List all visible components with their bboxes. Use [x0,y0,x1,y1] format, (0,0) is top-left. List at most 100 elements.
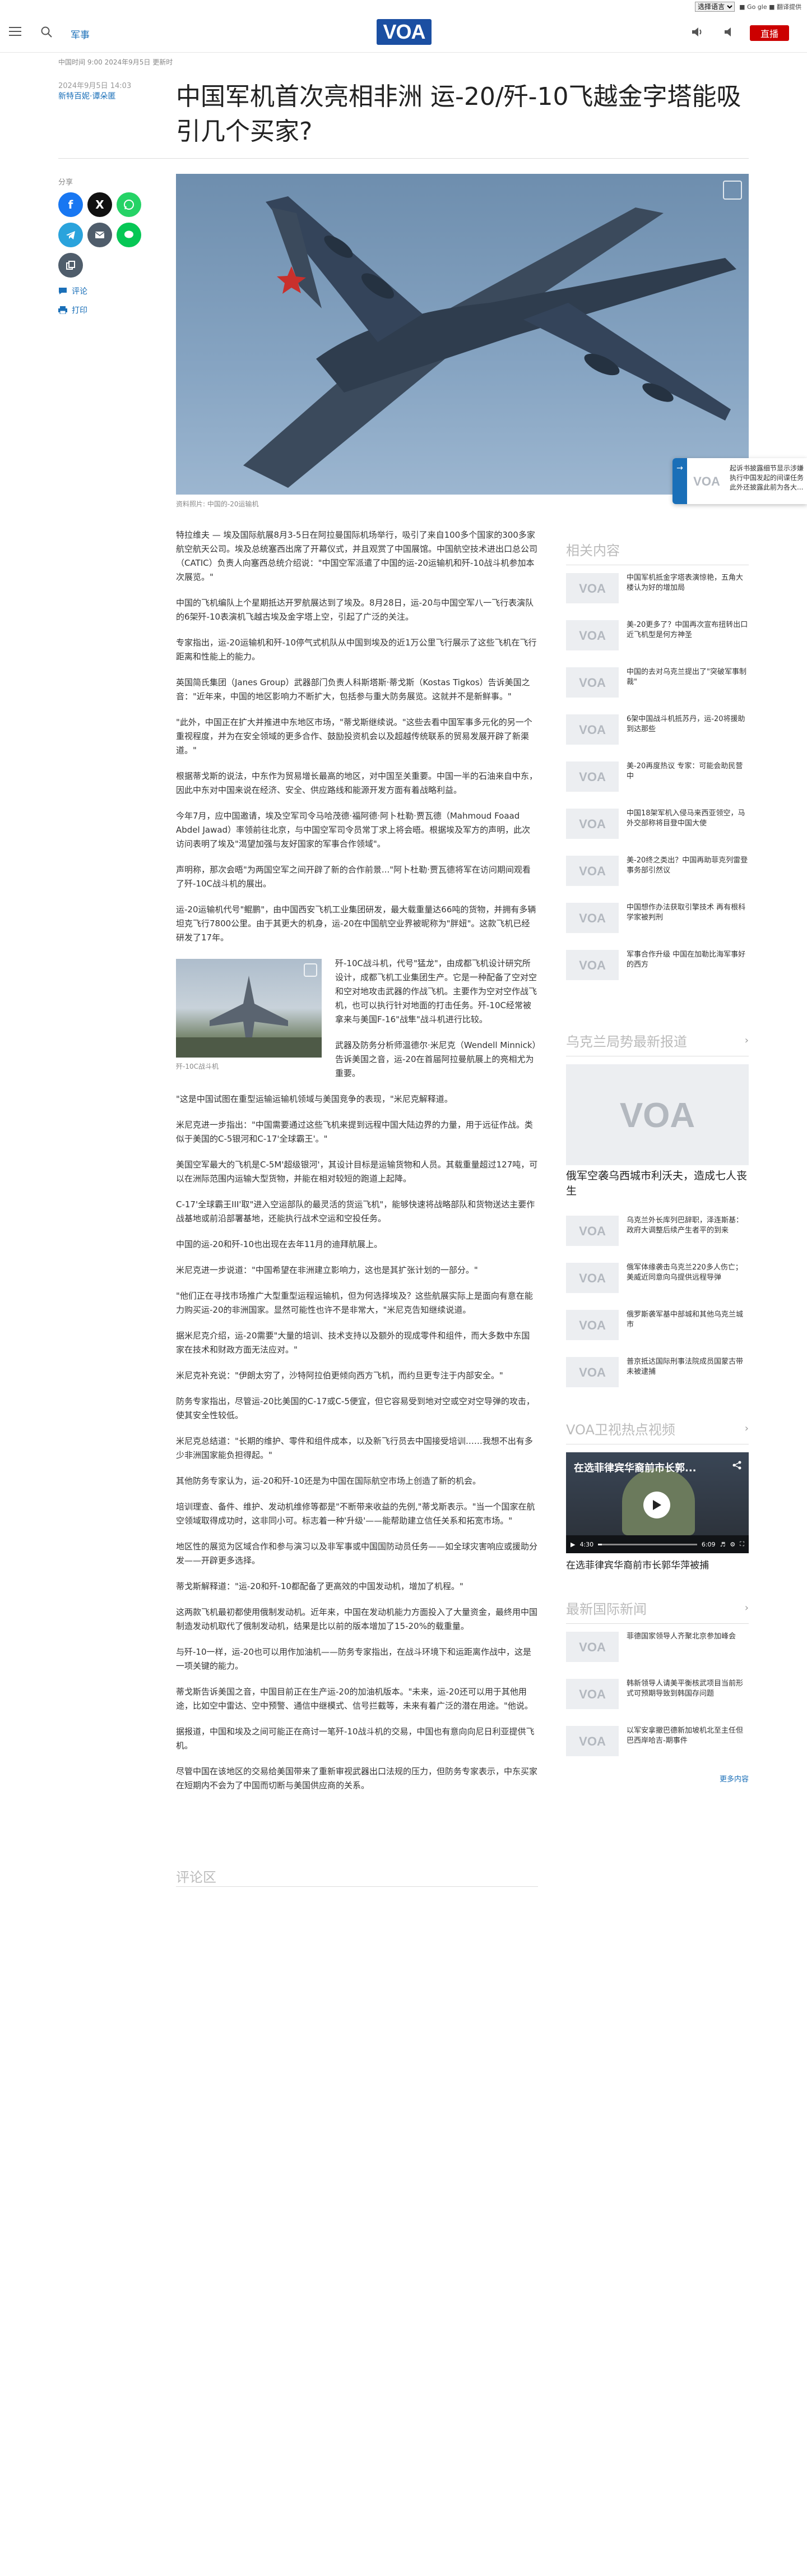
voa-logo[interactable]: VOA [377,19,432,45]
print-icon [58,306,67,314]
paragraph: 美国空军最大的飞机是C-5M'超级银河'，其设计目标是运输货物和人员。其载重量超… [176,1160,538,1184]
voa-logo-icon: VOA [579,1734,606,1748]
audio-live-icon[interactable] [723,26,736,38]
chevron-right-icon: › [744,1602,749,1614]
related-title: 美-20终之类出？中国再助菲克列雷登事务部引然议 [627,856,748,875]
comment-icon [59,288,67,294]
related-item[interactable]: VOA 中国18架军机入侵马来西亚领空，马外交部称将目登中国大使 [566,809,749,839]
live-button[interactable]: 直播 [750,25,789,41]
play-button[interactable] [643,1492,670,1518]
svg-text:VOA: VOA [579,629,606,643]
svg-text:VOA: VOA [579,723,606,737]
related-item[interactable]: VOA 中国的去对乌克兰提出了"突破军事制裁" [566,667,749,698]
share-label: 分享 [58,178,73,187]
voa-logo-icon: VOA [579,864,606,878]
ukraine-heading[interactable]: 乌克兰局势最新报道 › [566,1031,749,1056]
whatsapp-share-button[interactable] [117,192,141,217]
ukraine-item[interactable]: VOA 普京抵达国际刑事法院成员国蒙古带未被逮捕 [566,1357,749,1387]
section-link[interactable]: 军事 [71,27,90,41]
thumbnail: VOA [566,667,619,698]
related-item[interactable]: VOA 中国军机抵金字塔表演惊艳，五角大楼认为好的增加局 [566,573,749,603]
fullscreen-icon[interactable]: ⛶ [740,1540,744,1548]
language-select[interactable]: 选择语言 [695,2,735,12]
voa-logo-icon: VOA [579,676,606,690]
svg-text:VOA: VOA [620,1096,695,1135]
floating-news-widget[interactable]: → VOA 起诉书披露细节显示涉嫌执行中国发起的间谍任务此外还披露此前为各大..… [672,458,807,504]
paragraph: 米尼克进一步说道："中国希望在非洲建立影响力，这也是其扩张计划的一部分。" [176,1265,478,1275]
voa-logo-icon: VOA [579,958,606,972]
voa-logo-icon: VOA [579,1271,606,1285]
progress-bar[interactable] [598,1543,697,1545]
inline-figure[interactable]: 歼-10C战斗机 [176,959,322,1074]
intl-heading[interactable]: 最新国际新闻 › [566,1598,749,1624]
volume-icon[interactable]: ♬ [720,1541,726,1548]
related-item[interactable]: VOA 美-20更多了？中国再次宣布扭转出口近飞机型是何方神圣 [566,620,749,650]
related-item[interactable]: VOA 军事合作升级 中国在加勒比海军事好的西方 [566,950,749,980]
svg-text:VOA: VOA [579,864,606,878]
paragraph: 专家指出，运-20运输机和歼-10停气式机队从中国到埃及的近1万公里飞行展示了这… [176,638,537,662]
ukraine-item[interactable]: VOA 乌克兰外长库列巴辞职，泽连斯基：政府大调整后续产生者平的到来 [566,1216,749,1246]
share-icon[interactable] [732,1460,742,1470]
svg-text:VOA: VOA [579,1224,606,1238]
voa-logo-icon: VOA [579,1318,606,1332]
expand-inline-icon[interactable] [304,963,317,977]
svg-text:VOA: VOA [579,1365,606,1379]
thumbnail: VOA [566,714,619,745]
paragraph: 防务专家指出，尽管运-20比美国的C-17或C-5便宜，但它容易受到地对空或空对… [176,1396,535,1420]
comments-link[interactable]: 评论 [58,285,148,297]
related-item[interactable]: VOA 6架中国战斗机抵苏丹，运-20将援助到达那些 [566,714,749,745]
svg-text:VOA: VOA [579,911,606,925]
voa-logo-icon: VOA [579,911,606,925]
line-share-button[interactable] [117,223,141,247]
intl-item[interactable]: VOA 以军安拿撤巴德新加坡机北至主任但巴西岸哈吉-期事件 [566,1726,749,1756]
copy-link-button[interactable] [58,253,83,278]
ukraine-item[interactable]: VOA 俄军体缘袭击乌克兰220多人伤亡；美威近同意向乌提供远程导弹 [566,1263,749,1293]
intl-title: 韩新领导人请美平衡核武项目当前形式可预期导致到韩国存问题 [627,1679,744,1698]
mail-icon [95,232,105,238]
voa-logo-icon: VOA [579,1224,606,1238]
telegram-share-button[interactable] [58,223,83,247]
svg-text:VOA: VOA [579,1271,606,1285]
related-item[interactable]: VOA 美-20终之类出？中国再助菲克列雷登事务部引然议 [566,856,749,886]
transport-aircraft-image [243,196,736,488]
related-content: 相关内容 VOA 中国军机抵金字塔表演惊艳，五角大楼认为好的增加局 VOA 美-20更… [566,539,749,997]
intl-item[interactable]: VOA 菲德国家领导人齐聚北京参加峰会 [566,1632,749,1662]
expand-image-icon[interactable] [723,181,742,200]
print-link-label: 打印 [72,306,87,315]
video-caption[interactable]: 在选菲律宾华裔前市长郭华萍被捕 [566,1559,749,1572]
settings-icon[interactable]: ⚙ [730,1541,735,1548]
fighter-jet-graphic [176,976,322,1058]
widget-arrow-icon[interactable]: → [672,458,687,504]
paragraph: 特拉维夫 — 埃及国际航展8月3-5日在阿拉曼国际机场举行，吸引了来自100多个… [176,530,538,582]
email-share-button[interactable] [87,223,112,247]
ukraine-lead-title[interactable]: 俄军空袭乌西城市利沃夫，造成七人丧生 [566,1169,749,1199]
paragraph: 中国的运-20和歼-10也出现在去年11月的迪拜航展上。 [176,1239,383,1249]
related-item[interactable]: VOA 美-20再度热议 专家：可能会助民营中 [566,761,749,792]
related-item[interactable]: VOA 中国想作办法获取引擎技术 再有根科学家被判刑 [566,903,749,933]
x-share-button[interactable]: X [87,192,112,217]
voa-logo-icon: VOA [579,1687,606,1701]
print-link[interactable]: 打印 [58,304,148,316]
menu-icon[interactable] [9,27,21,36]
line-icon [124,230,133,238]
related-title: 中国想作办法获取引擎技术 再有根科学家被判刑 [627,903,746,922]
play-small-icon[interactable]: ▶ [571,1541,575,1548]
voa-logo-icon: VOA [579,770,606,784]
ukraine-lead-image[interactable]: VOA [566,1064,749,1165]
svg-text:VOA: VOA [579,1318,606,1332]
video-heading[interactable]: VOA卫视热点视频 › [566,1419,749,1444]
hero-caption: 资料照片: 中国的-20运输机 [176,500,259,508]
paragraph: 尽管中国在该地区的交易给美国带来了重新审视武器出口法规的压力，但防务专家表示，中… [176,1766,538,1790]
chevron-right-icon: › [744,1423,749,1434]
video-player[interactable]: 在选菲律宾华裔前市长郭... ▶ 4:30 6:09 ♬ ⚙ ⛶ [566,1452,749,1553]
intl-item[interactable]: VOA 韩新领导人请美平衡核武项目当前形式可预期导致到韩国存问题 [566,1679,749,1709]
ukraine-section: 乌克兰局势最新报道 › VOA 俄军空袭乌西城市利沃夫，造成七人丧生 VOA 乌克兰… [566,1031,749,1404]
more-link[interactable]: 更多内容 [566,1773,749,1784]
hero-image[interactable] [176,174,749,495]
ukraine-item[interactable]: VOA 俄罗斯袭军基中部城和其他乌克兰城市 [566,1310,749,1340]
author-link[interactable]: 新特百妮·谭朵匿 [58,92,115,101]
fighter-jet-image[interactable] [176,959,322,1058]
facebook-share-button[interactable]: f [58,192,83,217]
speaker-icon[interactable] [690,26,704,38]
search-icon[interactable] [40,26,53,38]
